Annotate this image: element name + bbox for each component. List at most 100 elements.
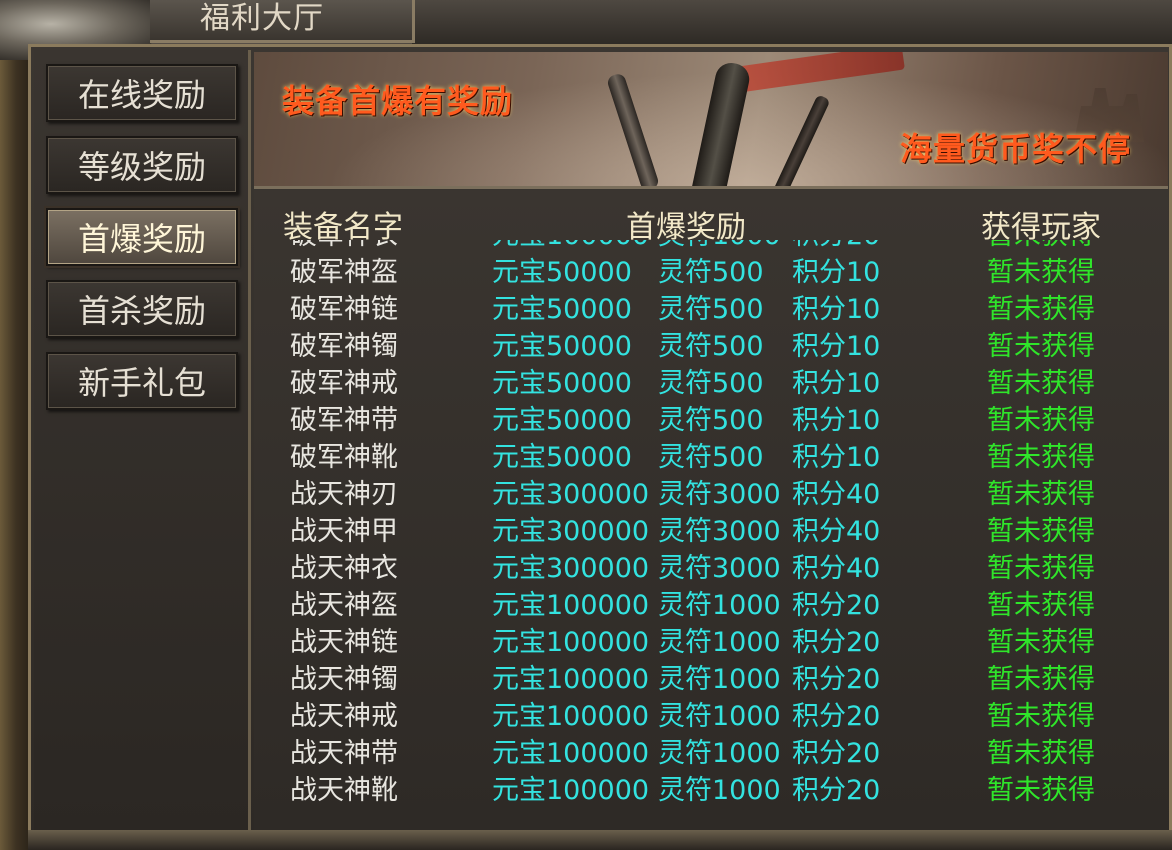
yuanbao-reward-cell: 元宝300000 [492, 479, 650, 510]
reward-list-scroll[interactable]: 破军神衣元宝100000灵符1000积分20暂未获得破军神盔元宝50000灵符5… [254, 240, 1168, 830]
points-reward-cell: 积分20 [792, 701, 881, 732]
table-row: 战天神链 元宝100000 灵符1000 积分20 暂未获得 [254, 624, 1168, 661]
equipment-name-cell: 战天神靴 [290, 775, 398, 806]
lingfu-reward-cell: 灵符500 [658, 331, 764, 362]
equipment-name-cell: 战天神甲 [290, 516, 398, 547]
equipment-name-cell: 战天神盔 [290, 590, 398, 621]
yuanbao-reward-cell: 元宝50000 [492, 368, 632, 399]
equipment-name-cell: 破军神链 [290, 294, 398, 325]
banner-subtitle: 海量货币奖不停 [900, 130, 1132, 168]
points-reward-cell: 积分10 [792, 257, 881, 288]
yuanbao-reward-cell: 元宝50000 [492, 294, 632, 325]
yuanbao-reward-cell: 元宝300000 [492, 553, 650, 584]
table-row: 破军神盔 元宝50000 灵符500 积分10 暂未获得 [254, 254, 1168, 291]
table-row: 破军神链 元宝50000 灵符500 积分10 暂未获得 [254, 291, 1168, 328]
lingfu-reward-cell: 灵符1000 [658, 664, 781, 695]
equipment-name-cell: 战天神链 [290, 627, 398, 658]
lingfu-reward-cell: 灵符3000 [658, 479, 781, 510]
yuanbao-reward-cell: 元宝50000 [492, 257, 632, 288]
equipment-name-cell: 破军神靴 [290, 442, 398, 473]
points-reward-cell: 积分20 [792, 738, 881, 769]
lingfu-reward-cell: 灵符500 [658, 257, 764, 288]
lingfu-reward-cell: 灵符3000 [658, 553, 781, 584]
lingfu-reward-cell: 灵符1000 [658, 590, 781, 621]
equipment-name-cell: 破军神带 [290, 405, 398, 436]
table-row: 战天神带 元宝100000 灵符1000 积分20 暂未获得 [254, 735, 1168, 772]
points-reward-cell: 积分10 [792, 442, 881, 473]
lingfu-reward-cell: 灵符500 [658, 294, 764, 325]
obtained-status-cell: 暂未获得 [987, 664, 1095, 695]
obtained-status-cell: 暂未获得 [987, 368, 1095, 399]
table-row: 战天神镯 元宝100000 灵符1000 积分20 暂未获得 [254, 661, 1168, 698]
bottom-border [28, 830, 1172, 850]
table-row: 战天神靴 元宝100000 灵符1000 积分20 暂未获得 [254, 772, 1168, 809]
tab-first-kill-reward[interactable]: 首杀奖励 [46, 280, 238, 338]
tab-level-reward[interactable]: 等级奖励 [46, 136, 238, 194]
points-reward-cell: 积分20 [792, 240, 880, 254]
equipment-name-cell: 战天神衣 [290, 553, 398, 584]
obtained-status-cell: 暂未获得 [987, 257, 1095, 288]
points-reward-cell: 积分40 [792, 516, 881, 547]
obtained-status-cell: 暂未获得 [987, 331, 1095, 362]
table-row: 战天神甲 元宝300000 灵符3000 积分40 暂未获得 [254, 513, 1168, 550]
obtained-status-cell: 暂未获得 [987, 479, 1095, 510]
points-reward-cell: 积分20 [792, 664, 881, 695]
obtained-status-cell: 暂未获得 [987, 553, 1095, 584]
yuanbao-reward-cell: 元宝100000 [492, 775, 650, 806]
yuanbao-reward-cell: 元宝100000 [492, 738, 650, 769]
table-row: 战天神刃 元宝300000 灵符3000 积分40 暂未获得 [254, 476, 1168, 513]
yuanbao-reward-cell: 元宝50000 [492, 405, 632, 436]
equipment-name-cell: 破军神衣 [290, 240, 398, 254]
lingfu-reward-cell: 灵符1000 [658, 627, 781, 658]
obtained-status-cell: 暂未获得 [987, 405, 1095, 436]
obtained-status-cell: 暂未获得 [987, 701, 1095, 732]
yuanbao-reward-cell: 元宝300000 [492, 516, 650, 547]
yuanbao-reward-cell: 元宝100000 [492, 240, 649, 254]
equipment-name-cell: 战天神镯 [290, 664, 398, 695]
tab-first-drop-reward[interactable]: 首爆奖励 [46, 208, 238, 266]
table-row: 战天神衣 元宝300000 灵符3000 积分40 暂未获得 [254, 550, 1168, 587]
equipment-name-cell: 战天神戒 [290, 701, 398, 732]
equipment-name-cell: 破军神盔 [290, 257, 398, 288]
yuanbao-reward-cell: 元宝100000 [492, 701, 650, 732]
tab-newbie-gift[interactable]: 新手礼包 [46, 352, 238, 410]
obtained-status-cell: 暂未获得 [987, 516, 1095, 547]
equipment-name-cell: 破军神戒 [290, 368, 398, 399]
top-bar [412, 0, 1172, 44]
lingfu-reward-cell: 灵符1000 [658, 240, 781, 254]
obtained-status-cell: 暂未获得 [987, 442, 1095, 473]
equipment-name-cell: 战天神刃 [290, 479, 398, 510]
equipment-name-cell: 战天神带 [290, 738, 398, 769]
obtained-status-cell: 暂未获得 [987, 294, 1095, 325]
lingfu-reward-cell: 灵符1000 [658, 775, 781, 806]
obtained-status-cell: 暂未获得 [987, 775, 1095, 806]
points-reward-cell: 积分10 [792, 368, 881, 399]
points-reward-cell: 积分20 [792, 775, 881, 806]
points-reward-cell: 积分20 [792, 627, 881, 658]
equipment-name-cell: 破军神镯 [290, 331, 398, 362]
tab-online-reward[interactable]: 在线奖励 [46, 64, 238, 122]
points-reward-cell: 积分40 [792, 553, 881, 584]
lingfu-reward-cell: 灵符3000 [658, 516, 781, 547]
yuanbao-reward-cell: 元宝100000 [492, 627, 650, 658]
points-reward-cell: 积分20 [792, 590, 881, 621]
yuanbao-reward-cell: 元宝50000 [492, 331, 632, 362]
table-row: 破军神带 元宝50000 灵符500 积分10 暂未获得 [254, 402, 1168, 439]
obtained-status-cell: 暂未获得 [987, 627, 1095, 658]
table-row: 破军神戒 元宝50000 灵符500 积分10 暂未获得 [254, 365, 1168, 402]
points-reward-cell: 积分10 [792, 405, 881, 436]
lingfu-reward-cell: 灵符500 [658, 405, 764, 436]
table-row: 破军神靴 元宝50000 灵符500 积分10 暂未获得 [254, 439, 1168, 476]
table-row: 破军神镯 元宝50000 灵符500 积分10 暂未获得 [254, 328, 1168, 365]
yuanbao-reward-cell: 元宝100000 [492, 664, 650, 695]
obtained-status-cell: 暂未获得 [987, 590, 1095, 621]
yuanbao-reward-cell: 元宝50000 [492, 442, 632, 473]
table-row: 战天神盔 元宝100000 灵符1000 积分20 暂未获得 [254, 587, 1168, 624]
yuanbao-reward-cell: 元宝100000 [492, 590, 650, 621]
table-row: 战天神戒 元宝100000 灵符1000 积分20 暂未获得 [254, 698, 1168, 735]
obtained-status-cell: 暂未获得 [987, 738, 1095, 769]
table-row: 破军神衣 元宝100000 灵符1000 积分20 暂未获得 [254, 240, 1168, 254]
lingfu-reward-cell: 灵符1000 [658, 701, 781, 732]
points-reward-cell: 积分40 [792, 479, 881, 510]
lingfu-reward-cell: 灵符500 [658, 442, 764, 473]
